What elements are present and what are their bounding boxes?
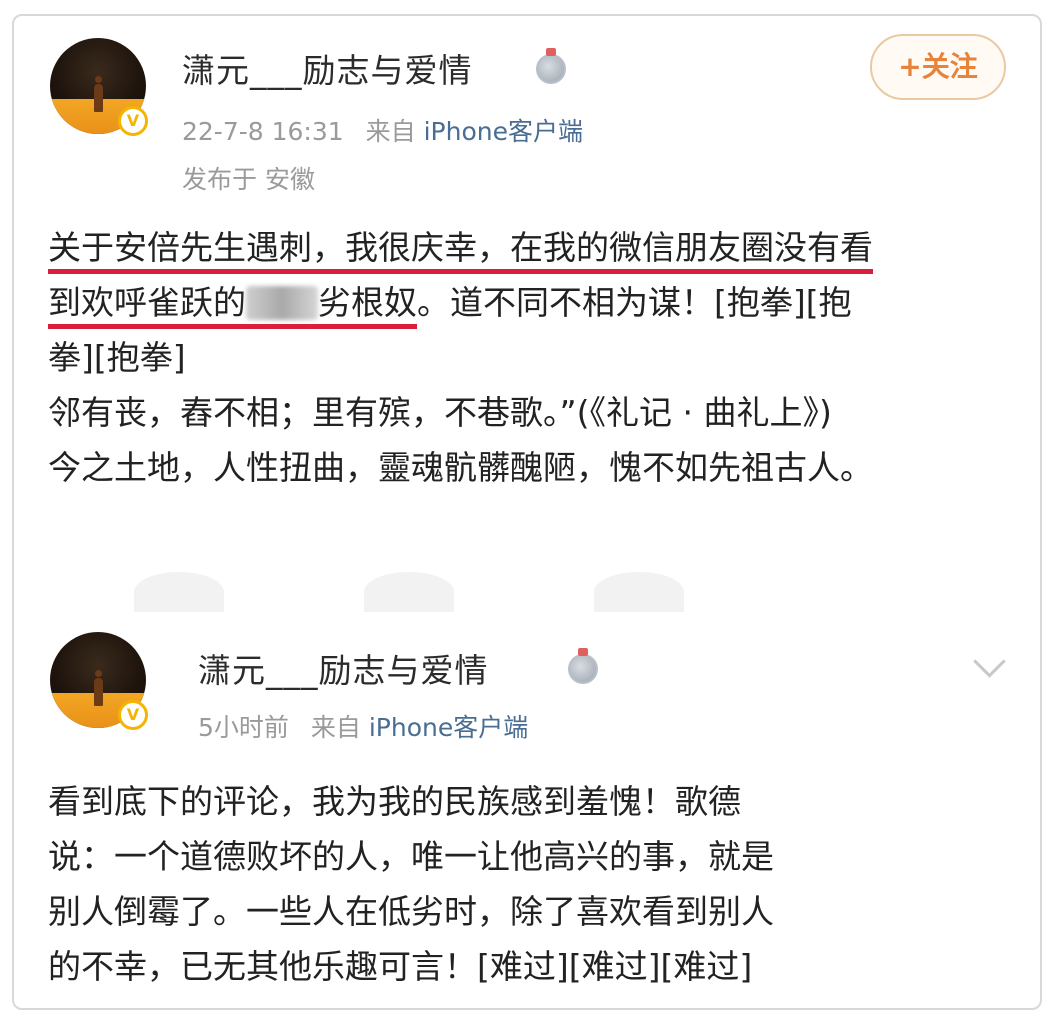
- chevron-down-icon[interactable]: [972, 646, 1006, 680]
- source-prefix: 来自: [365, 117, 416, 146]
- weibo-post: V 潇元___励志与爱情 5小时前 来自 iPhone客户端 看到底下的评论，我…: [14, 626, 1040, 1008]
- post-time: 22-7-8 16:31: [182, 117, 344, 146]
- body-text: 看到底下的评论，我为我的民族感到羞愧！歌德: [48, 782, 741, 821]
- source-client-link[interactable]: iPhone客户端: [369, 713, 528, 742]
- body-text: 说：一个道德败坏的人，唯一让他高兴的事，就是: [48, 837, 774, 876]
- post-body: 看到底下的评论，我为我的民族感到羞愧！歌德 说：一个道德败坏的人，唯一让他高兴的…: [48, 774, 1018, 994]
- body-text: 。道不同不相为谋！[抱拳][抱: [417, 283, 852, 322]
- username[interactable]: 潇元___励志与爱情: [198, 644, 489, 692]
- verified-v-icon: V: [118, 700, 148, 730]
- post-meta: 5小时前 来自 iPhone客户端: [198, 708, 528, 744]
- underlined-text: 关于安倍先生遇刺，我很庆幸，在我的微信朋友圈没有看: [48, 228, 873, 274]
- source-prefix: 来自: [310, 713, 361, 742]
- medal-icon: [568, 648, 598, 684]
- follow-button[interactable]: +关注: [870, 34, 1006, 100]
- underlined-text: 到欢呼雀跃的 劣根奴: [48, 283, 417, 329]
- post-body: 关于安倍先生遇刺，我很庆幸，在我的微信朋友圈没有看 到欢呼雀跃的 劣根奴。道不同不…: [48, 220, 1018, 495]
- post-meta: 22-7-8 16:31 来自 iPhone客户端: [182, 112, 583, 148]
- faded-action-bar: [14, 564, 1040, 612]
- username[interactable]: 潇元___励志与爱情: [182, 44, 473, 92]
- post-location: 发布于 安徽: [182, 165, 315, 194]
- body-text: 邻有丧，舂不相；里有殡，不巷歌。”(《礼记 · 曲礼上》): [48, 393, 832, 432]
- source-client-link[interactable]: iPhone客户端: [424, 117, 583, 146]
- post-time: 5小时前: [198, 713, 289, 742]
- body-text: 拳][抱拳]: [48, 338, 186, 377]
- body-text: 别人倒霉了。一些人在低劣时，除了喜欢看到别人: [48, 892, 774, 931]
- body-text: 今之土地，人性扭曲，靈魂骯髒醜陋，愧不如先祖古人。: [48, 448, 873, 487]
- verified-v-icon: V: [118, 106, 148, 136]
- blurred-redaction: [246, 286, 318, 320]
- weibo-screenshot-frame: V 潇元___励志与爱情 22-7-8 16:31 来自 iPhone客户端 发…: [12, 14, 1042, 1010]
- watermark: [808, 970, 1038, 996]
- medal-icon: [536, 48, 566, 84]
- weibo-post: V 潇元___励志与爱情 22-7-8 16:31 来自 iPhone客户端 发…: [14, 16, 1040, 612]
